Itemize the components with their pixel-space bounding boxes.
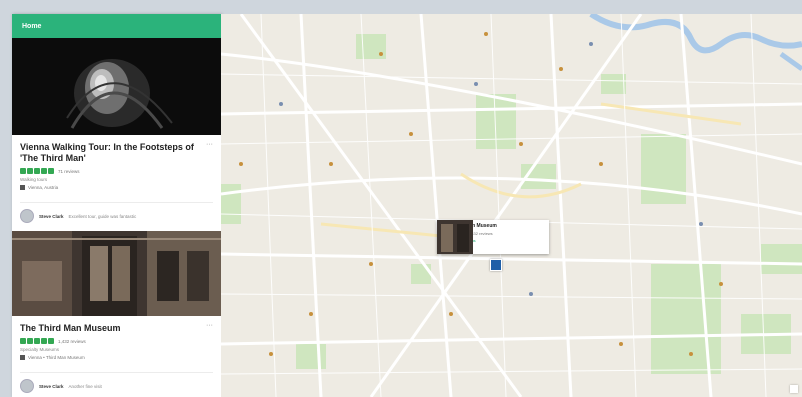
place-info-popup[interactable]: The Third Man Museum 1,432 reviews Speci… (437, 220, 549, 254)
result-card[interactable]: ··· Vienna Walking Tour: In the Footstep… (12, 38, 221, 231)
map-zoom-control[interactable] (790, 385, 798, 393)
review-text: Excellent tour, guide was fantastic (68, 213, 137, 219)
rating-stars (20, 338, 54, 344)
rating-row: 71 reviews (20, 168, 213, 174)
location-row: Vienna, Austria (20, 185, 213, 190)
map-canvas[interactable] (221, 14, 802, 397)
review-count[interactable]: 1,432 reviews (58, 339, 86, 344)
avatar[interactable] (20, 379, 34, 393)
location-icon (20, 355, 25, 360)
card-title[interactable]: Vienna Walking Tour: In the Footsteps of… (20, 142, 195, 164)
review-count[interactable]: 71 reviews (58, 169, 80, 174)
reviewer-name[interactable]: Steve Clark (39, 214, 64, 219)
location-label: Vienna, Austria (28, 185, 59, 190)
popup-photo[interactable] (437, 220, 473, 254)
category-label: Walking tours (20, 177, 48, 182)
header-title[interactable]: Home (22, 23, 41, 30)
museum-photo[interactable] (12, 231, 221, 316)
location-label: Vienna • Third Man Museum (28, 355, 85, 360)
review-text: Another fine visit (68, 383, 102, 389)
category-label: Specialty Museums (20, 347, 60, 352)
selected-location-marker[interactable] (490, 259, 502, 271)
avatar[interactable] (20, 209, 34, 223)
more-options-icon[interactable]: ··· (206, 141, 213, 148)
more-options-icon[interactable]: ··· (206, 322, 213, 329)
rating-row: 1,432 reviews (20, 338, 213, 344)
results-sidebar: Home ··· Vienna Walking Tour: In the Foo… (12, 14, 221, 397)
card-title[interactable]: The Third Man Museum (20, 323, 195, 334)
review-snippet[interactable]: Steve Clark Excellent tour, guide was fa… (12, 203, 221, 231)
location-row: Vienna • Third Man Museum (20, 355, 213, 360)
sidebar-header: Home (12, 14, 221, 38)
rating-stars (20, 168, 54, 174)
review-snippet[interactable]: Steve Clark Another fine visit (12, 373, 221, 397)
tour-photo[interactable] (12, 38, 221, 135)
location-icon (20, 185, 25, 190)
result-card[interactable]: ··· The Third Man Museum 1,432 reviews S… (12, 231, 221, 397)
reviewer-name[interactable]: Steve Clark (39, 384, 64, 389)
map-view[interactable]: The Third Man Museum 1,432 reviews Speci… (221, 14, 802, 397)
